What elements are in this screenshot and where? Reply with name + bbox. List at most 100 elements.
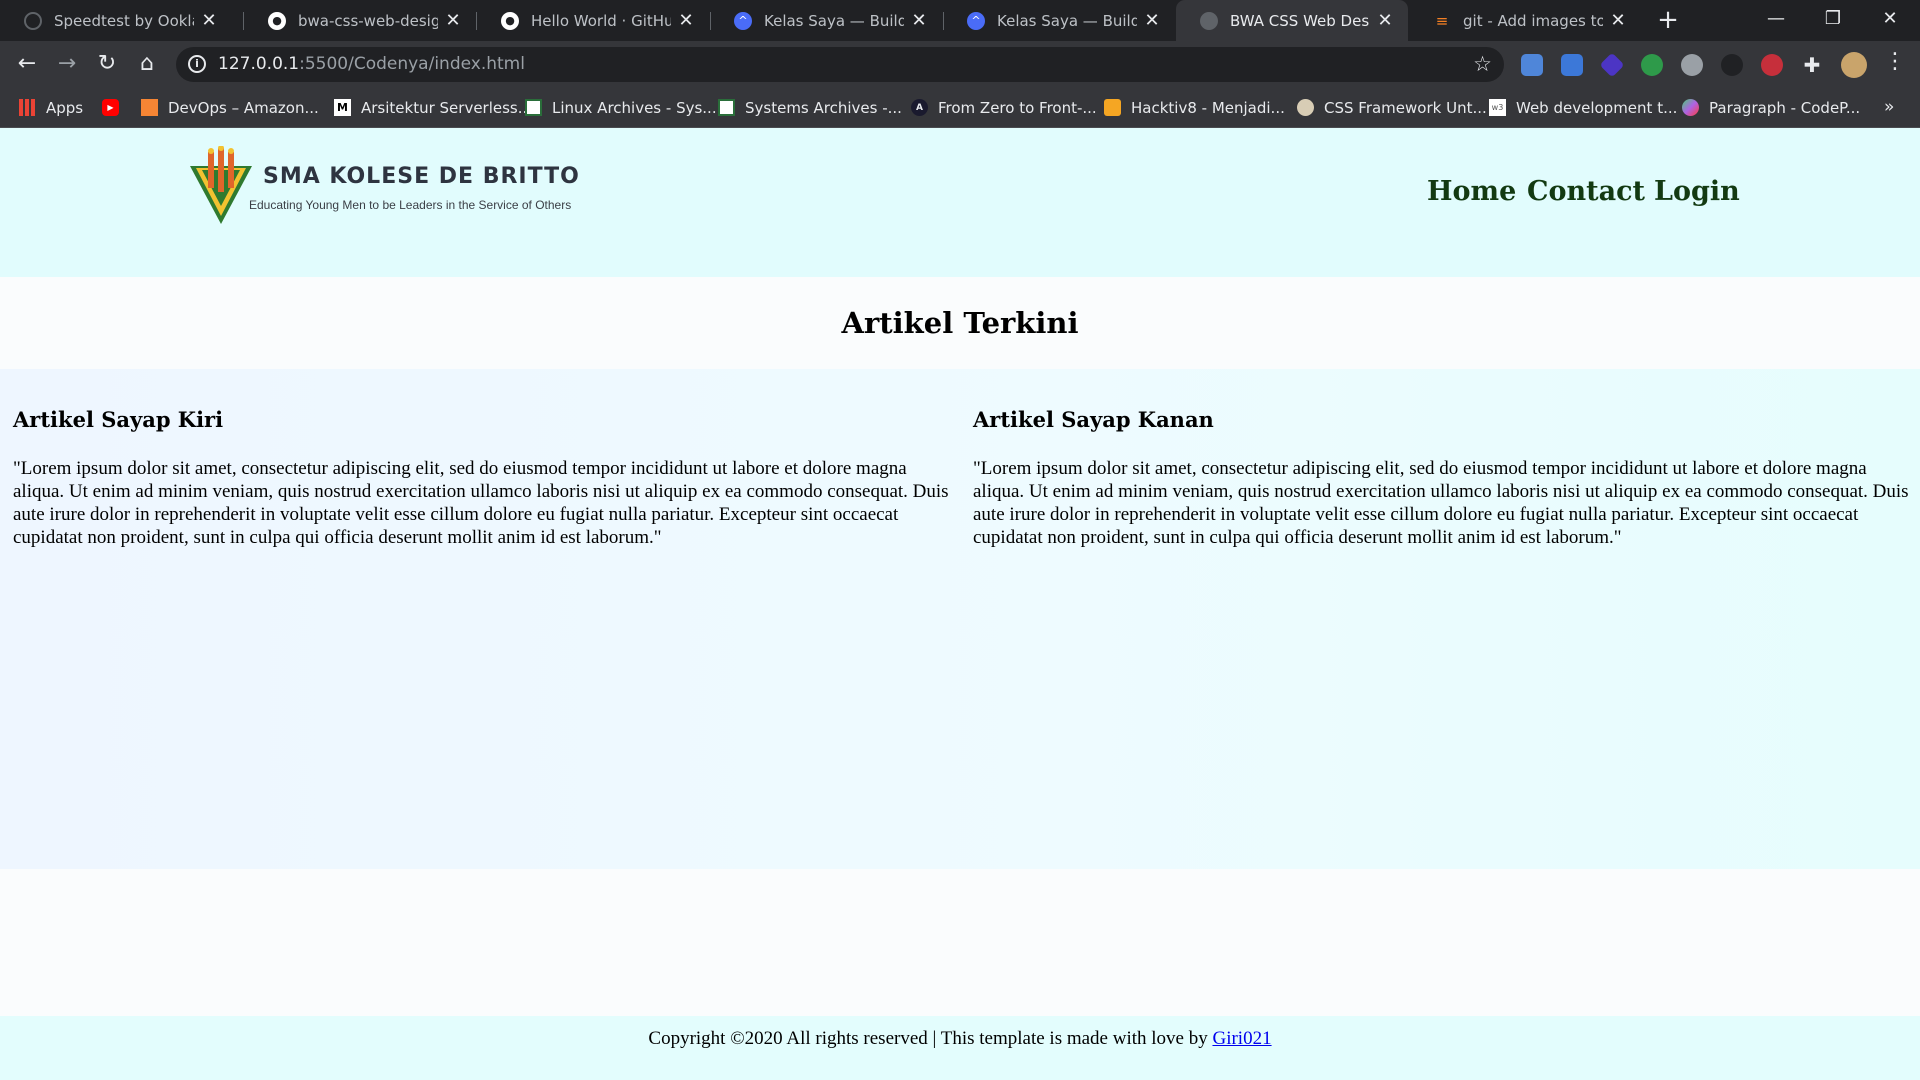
extension-icon[interactable] [1599, 52, 1625, 78]
tab-title: Speedtest by Ookla - Th [54, 11, 194, 30]
article-body: "Lorem ipsum dolor sit amet, consectetur… [13, 458, 949, 548]
url-text: 127.0.0.1:5500/Codenya/index.html [218, 47, 525, 82]
footer-author-link[interactable]: Giri021 [1212, 1028, 1271, 1049]
site-footer: Copyright ©2020 All rights reserved | Th… [0, 1016, 1920, 1080]
bookmark-label: Paragraph - CodeP... [1709, 98, 1861, 117]
url-host: 127.0.0.1 [218, 54, 300, 74]
reload-button[interactable]: ↻ [92, 49, 122, 79]
close-icon[interactable]: ✕ [677, 10, 695, 31]
restore-button[interactable]: ❐ [1805, 0, 1861, 41]
more-bookmarks-icon[interactable]: » [1884, 87, 1894, 128]
address-bar[interactable]: i 127.0.0.1:5500/Codenya/index.html ☆ [176, 47, 1504, 82]
tab-0[interactable]: Speedtest by Ookla - Th ✕ [0, 0, 232, 41]
new-tab-button[interactable]: + [1654, 4, 1682, 37]
site-logo[interactable]: SMA KOLESE DE BRITTO Educating Young Men… [188, 146, 579, 226]
bookmark-arsitektur[interactable]: M Arsitektur Serverless... [334, 87, 532, 128]
close-icon[interactable]: ✕ [1609, 10, 1627, 31]
close-icon[interactable]: ✕ [200, 10, 218, 31]
tab-3[interactable]: ^ Kelas Saya — BuildWith ✕ [710, 0, 942, 41]
tab-2[interactable]: ● Hello World · GitHub G ✕ [477, 0, 709, 41]
bookmarks-bar: Apps ▶ DevOps – Amazon... M Arsitektur S… [0, 87, 1920, 128]
bookmark-label: Arsitektur Serverless... [361, 98, 533, 117]
codepen-icon [1682, 99, 1699, 116]
back-button[interactable]: ← [12, 49, 42, 79]
tab-title: Kelas Saya — BuildWith [764, 11, 904, 30]
globe-icon [1200, 11, 1218, 30]
bookmark-apps[interactable]: Apps [19, 87, 83, 128]
translate-icon[interactable] [1561, 54, 1583, 76]
bookmark-star-icon[interactable]: ☆ [1473, 47, 1492, 82]
avatar[interactable] [1841, 52, 1867, 78]
bookmark-devops[interactable]: DevOps – Amazon... [141, 87, 319, 128]
close-icon[interactable]: ✕ [1376, 10, 1394, 31]
section-heading-band: Artikel Terkini [0, 277, 1920, 369]
tab-strip: Speedtest by Ookla - Th ✕ ● bwa-css-web-… [0, 0, 1920, 41]
bookmark-label: From Zero to Front-... [938, 98, 1097, 117]
spacer [0, 869, 1920, 1016]
buildwith-icon: ^ [734, 11, 752, 30]
aws-icon [141, 99, 158, 116]
speedometer-icon [24, 11, 42, 30]
home-button[interactable]: ⌂ [132, 49, 162, 79]
bookmark-label: Web development t... [1516, 98, 1678, 117]
close-icon[interactable]: ✕ [1143, 10, 1161, 31]
bookmark-cssframework[interactable]: CSS Framework Unt... [1297, 87, 1487, 128]
tab-title: BWA CSS Web Design | [1230, 11, 1370, 30]
bookmark-systems[interactable]: Systems Archives -... [718, 87, 902, 128]
close-icon[interactable]: ✕ [444, 10, 462, 31]
footer-copyright: Copyright ©2020 All rights reserved | Th… [0, 1016, 1920, 1062]
nav-contact-link[interactable]: Contact [1527, 176, 1645, 207]
tab-4[interactable]: ^ Kelas Saya — BuildWith ✕ [943, 0, 1175, 41]
nav-home-link[interactable]: Home [1427, 176, 1516, 207]
articles-section: Artikel Sayap Kiri "Lorem ipsum dolor si… [0, 369, 1920, 869]
apps-grid-icon [19, 99, 36, 116]
tab-1[interactable]: ● bwa-css-web-design/R ✕ [244, 0, 476, 41]
article-right: Artikel Sayap Kanan "Lorem ipsum dolor s… [973, 407, 1920, 549]
bookmark-linux[interactable]: Linux Archives - Sys... [525, 87, 717, 128]
medium-icon: M [334, 99, 351, 116]
article-title: Artikel Sayap Kiri [13, 407, 224, 432]
tab-title: Kelas Saya — BuildWith [997, 11, 1137, 30]
buildwith-icon: ^ [967, 11, 985, 30]
youtube-icon: ▶ [102, 99, 119, 116]
site-header: SMA KOLESE DE BRITTO Educating Young Men… [0, 128, 1920, 277]
article-title: Artikel Sayap Kanan [973, 407, 1214, 432]
bookmark-hacktiv8[interactable]: Hacktiv8 - Menjadi... [1104, 87, 1285, 128]
angular-icon: A [911, 99, 928, 116]
tab-6[interactable]: ≡ git - Add images to RE ✕ [1409, 0, 1641, 41]
extension-icon[interactable] [1641, 54, 1663, 76]
hacktiv8-icon [1104, 99, 1121, 116]
skull-icon [1297, 99, 1314, 116]
extension-icon[interactable] [1721, 54, 1743, 76]
menu-icon[interactable]: ⋮ [1884, 49, 1906, 74]
extension-icon[interactable] [1681, 54, 1703, 76]
nav-login-link[interactable]: Login [1654, 176, 1740, 207]
bookmark-codepen[interactable]: Paragraph - CodeP... [1682, 87, 1860, 128]
github-icon: ● [268, 11, 286, 30]
bookmark-youtube[interactable]: ▶ [102, 87, 129, 128]
info-icon[interactable]: i [188, 55, 206, 73]
extension-icon[interactable] [1761, 54, 1783, 76]
close-icon[interactable]: ✕ [910, 10, 928, 31]
tab-title: git - Add images to RE [1463, 11, 1603, 30]
close-window-button[interactable]: ✕ [1862, 0, 1918, 41]
bookmark-frontend[interactable]: A From Zero to Front-... [911, 87, 1097, 128]
bookmark-label: Apps [46, 98, 84, 117]
tab-5-active[interactable]: BWA CSS Web Design | ✕ [1176, 0, 1408, 41]
article-left: Artikel Sayap Kiri "Lorem ipsum dolor si… [13, 407, 961, 549]
url-path: :5500/Codenya/index.html [299, 54, 525, 74]
minimize-button[interactable]: — [1748, 0, 1804, 41]
puzzle-icon[interactable]: ✚ [1801, 54, 1823, 76]
footer-text: Copyright ©2020 All rights reserved | Th… [648, 1028, 1213, 1049]
bookmark-label: Systems Archives -... [745, 98, 902, 117]
tab-title: bwa-css-web-design/R [298, 11, 438, 30]
github-icon: ● [501, 11, 519, 30]
forward-button[interactable]: → [52, 49, 82, 79]
page-viewport: SMA KOLESE DE BRITTO Educating Young Men… [0, 128, 1920, 1080]
bookmark-label: CSS Framework Unt... [1324, 98, 1487, 117]
logo-emblem-icon [190, 146, 252, 224]
article-body: "Lorem ipsum dolor sit amet, consectetur… [973, 458, 1909, 548]
stackoverflow-icon: ≡ [1435, 11, 1449, 30]
bookmark-webdev[interactable]: w3 Web development t... [1489, 87, 1677, 128]
extension-icon[interactable] [1521, 54, 1543, 76]
